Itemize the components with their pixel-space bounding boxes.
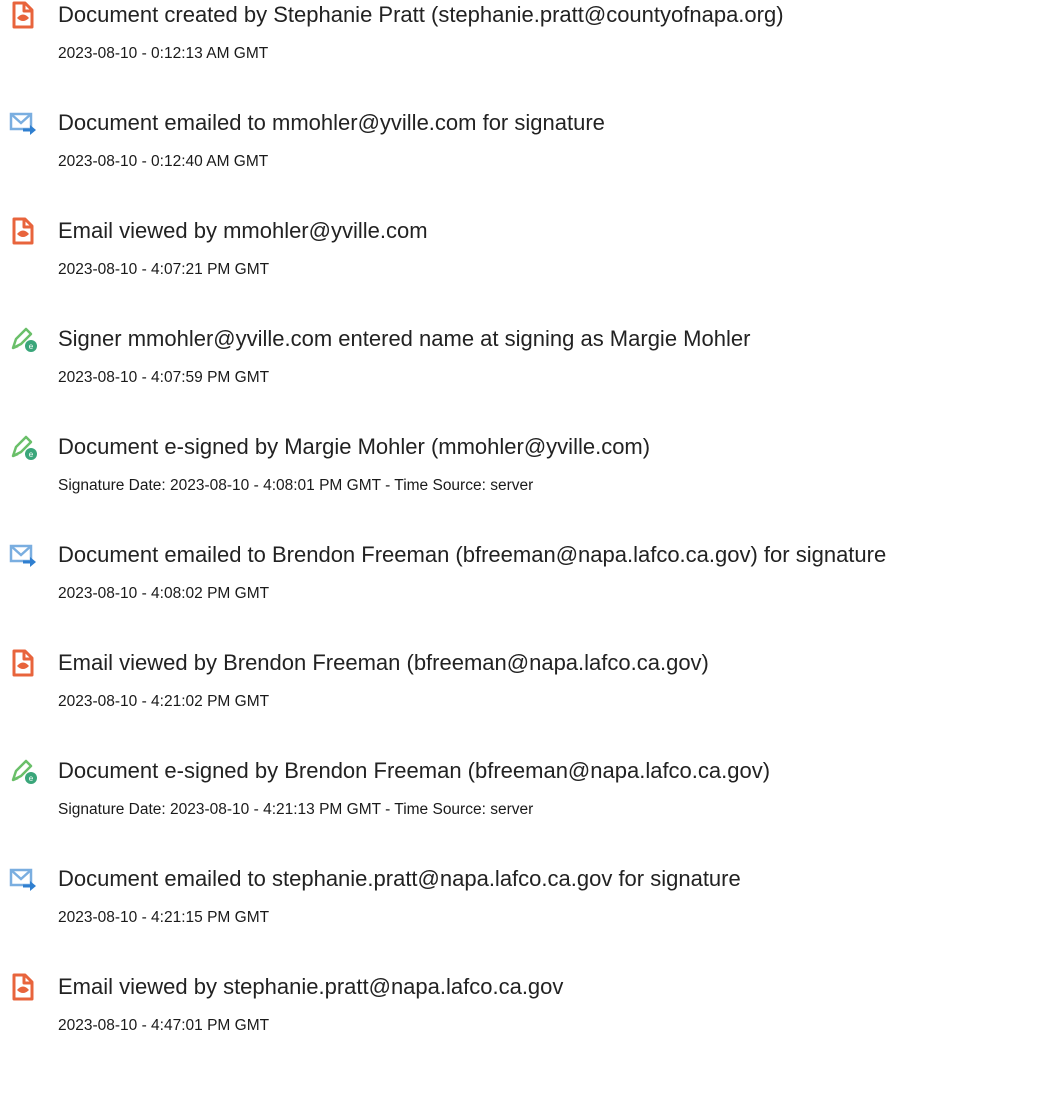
email-sent-icon: [8, 540, 38, 570]
audit-event: e Document e-signed by Margie Mohler (mm…: [0, 432, 1059, 522]
event-timestamp: 2023-08-10 - 4:21:15 PM GMT: [58, 909, 270, 926]
event-timestamp: 2023-08-10 - 4:07:21 PM GMT: [58, 261, 270, 278]
e-sign-pen-icon: e: [8, 324, 38, 354]
event-title: Document emailed to Brendon Freeman (bfr…: [58, 542, 887, 567]
e-sign-pen-icon: e: [8, 756, 38, 786]
event-title: Document e-signed by Brendon Freeman (bf…: [58, 758, 771, 783]
event-title: Signer mmohler@yville.com entered name a…: [58, 326, 751, 351]
event-signature-date: Signature Date: 2023-08-10 - 4:21:13 PM …: [58, 801, 534, 818]
event-title: Document e-signed by Margie Mohler (mmoh…: [58, 434, 651, 459]
event-timestamp: 2023-08-10 - 4:21:02 PM GMT: [58, 693, 270, 710]
event-title: Email viewed by Brendon Freeman (bfreema…: [58, 650, 709, 675]
event-title: Email viewed by mmohler@yville.com: [58, 218, 428, 243]
event-title: Document emailed to stephanie.pratt@napa…: [58, 866, 741, 891]
audit-event: Document emailed to stephanie.pratt@napa…: [0, 864, 1059, 954]
event-title: Document created by Stephanie Pratt (ste…: [58, 2, 784, 27]
e-sign-pen-icon: e: [8, 432, 38, 462]
event-timestamp: 2023-08-10 - 4:08:02 PM GMT: [58, 585, 270, 602]
svg-text:e: e: [29, 450, 34, 459]
audit-event: Document created by Stephanie Pratt (ste…: [0, 0, 1059, 90]
audit-event: e Document e-signed by Brendon Freeman (…: [0, 756, 1059, 846]
document-viewed-icon: [8, 216, 38, 246]
audit-event: Email viewed by mmohler@yville.com 2023-…: [0, 216, 1059, 306]
event-timestamp: 2023-08-10 - 4:07:59 PM GMT: [58, 369, 270, 386]
event-timestamp: 2023-08-10 - 4:47:01 PM GMT: [58, 1017, 270, 1034]
audit-event: e Signer mmohler@yville.com entered name…: [0, 324, 1059, 414]
svg-text:e: e: [29, 774, 34, 783]
event-title: Document emailed to mmohler@yville.com f…: [58, 110, 605, 135]
document-created-icon: [8, 0, 38, 30]
event-timestamp: 2023-08-10 - 0:12:13 AM GMT: [58, 45, 269, 62]
event-timestamp: 2023-08-10 - 0:12:40 AM GMT: [58, 153, 269, 170]
event-title: Email viewed by stephanie.pratt@napa.laf…: [58, 974, 564, 999]
audit-event: Email viewed by Brendon Freeman (bfreema…: [0, 648, 1059, 738]
svg-text:e: e: [29, 342, 34, 351]
audit-event: Email viewed by stephanie.pratt@napa.laf…: [0, 972, 1059, 1062]
document-viewed-icon: [8, 972, 38, 1002]
audit-event: Document emailed to mmohler@yville.com f…: [0, 108, 1059, 198]
event-signature-date: Signature Date: 2023-08-10 - 4:08:01 PM …: [58, 477, 534, 494]
email-sent-icon: [8, 864, 38, 894]
email-sent-icon: [8, 108, 38, 138]
audit-event: Document emailed to Brendon Freeman (bfr…: [0, 540, 1059, 630]
document-viewed-icon: [8, 648, 38, 678]
